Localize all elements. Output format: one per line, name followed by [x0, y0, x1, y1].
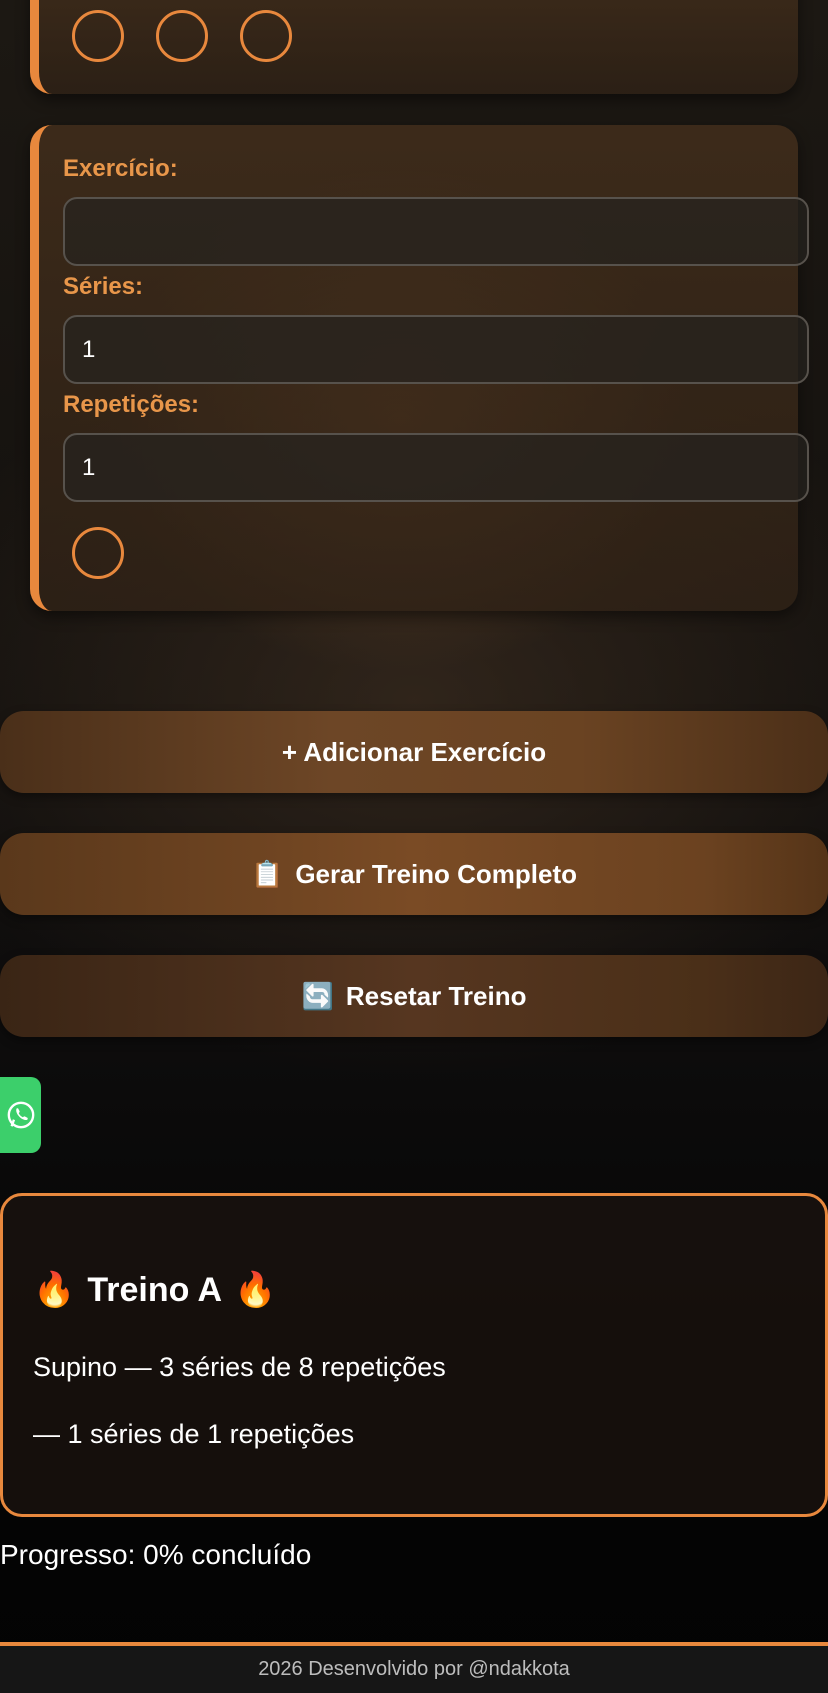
whatsapp-button[interactable]	[0, 1077, 41, 1153]
add-exercise-label: + Adicionar Exercício	[281, 736, 547, 767]
exercise-radio[interactable]	[72, 527, 124, 579]
workout-title-text: Treino A	[87, 1270, 223, 1309]
exercise-input[interactable]	[63, 197, 809, 266]
reps-label: Repetições:	[63, 391, 200, 418]
radio-option-3[interactable]	[240, 10, 292, 62]
footer: 2026 Desenvolvido por @ndakkota	[0, 1642, 828, 1693]
workout-line: Supino — 3 séries de 8 repetições	[33, 1352, 446, 1382]
exercise-label: Exercício:	[63, 155, 178, 182]
series-label: Séries:	[63, 273, 144, 300]
series-input[interactable]: 1	[63, 315, 809, 384]
workout-line: — 1 séries de 1 repetições	[33, 1419, 355, 1449]
add-exercise-button[interactable]: + Adicionar Exercício	[0, 711, 828, 793]
generate-workout-label: Gerar Treino Completo	[295, 858, 578, 889]
workout-title: 🔥 Treino A 🔥	[33, 1270, 276, 1310]
reps-input[interactable]: 1	[63, 433, 809, 502]
radio-option-1[interactable]	[72, 10, 124, 62]
fire-icon: 🔥	[33, 1271, 76, 1309]
whatsapp-icon	[7, 1101, 34, 1129]
progress-text: Progresso: 0% concluído	[0, 1539, 312, 1570]
reset-workout-button[interactable]: 🔄 Resetar Treino	[0, 955, 828, 1037]
footer-text: 2026 Desenvolvido por @ndakkota	[258, 1658, 570, 1680]
generate-workout-button[interactable]: 📋 Gerar Treino Completo	[0, 833, 828, 915]
refresh-icon: 🔄	[301, 980, 334, 1011]
reset-workout-label: Resetar Treino	[345, 980, 527, 1011]
previous-exercise-card	[30, 0, 798, 94]
clipboard-icon: 📋	[250, 858, 284, 889]
fire-icon: 🔥	[234, 1271, 277, 1309]
radio-option-2[interactable]	[156, 10, 208, 62]
